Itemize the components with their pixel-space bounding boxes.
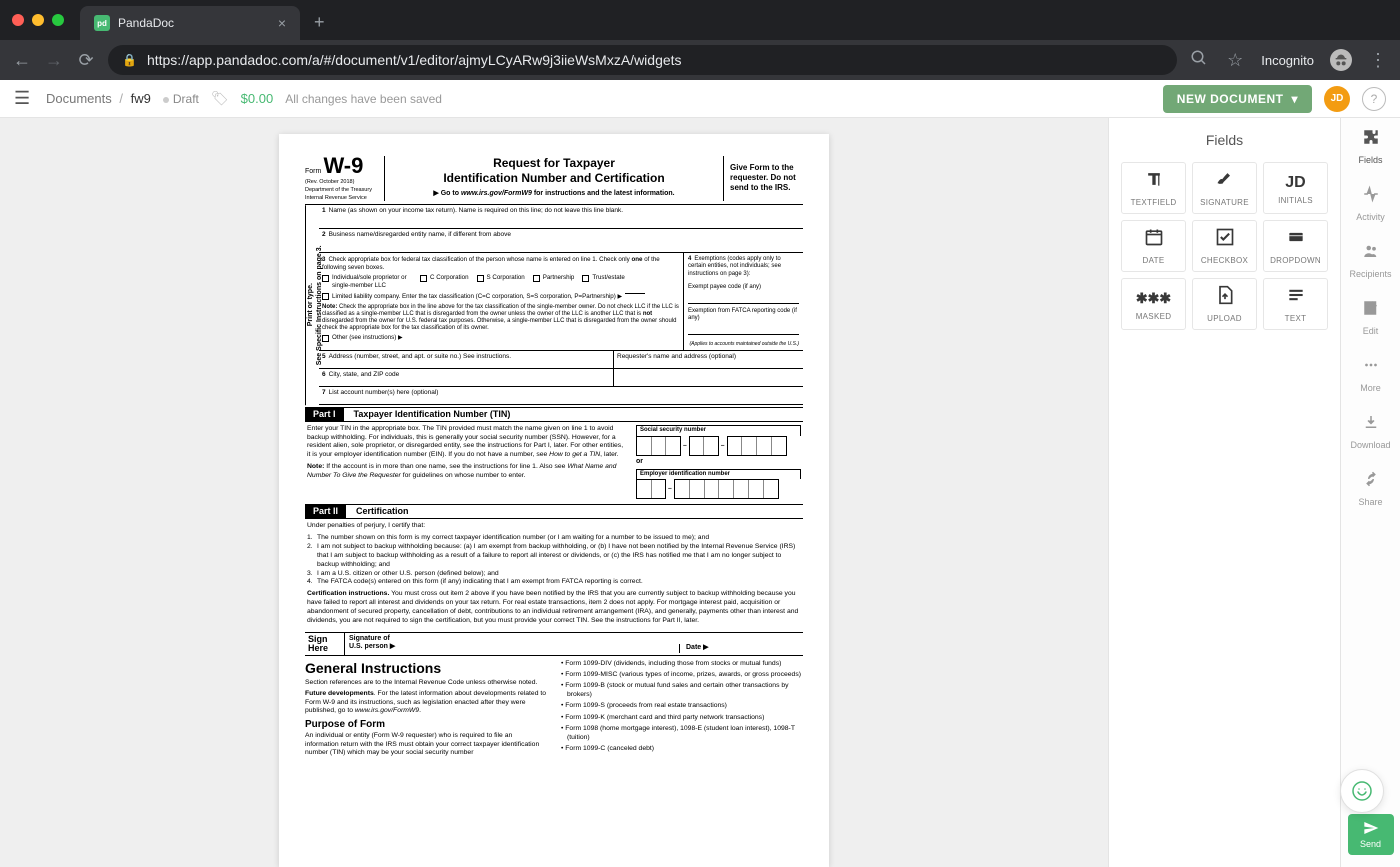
send-button[interactable]: Send [1348, 814, 1394, 855]
price-value[interactable]: $0.00 [241, 91, 274, 106]
browser-tab[interactable]: pd PandaDoc × [80, 6, 300, 40]
url-text: https://app.pandadoc.com/a/#/document/v1… [147, 52, 682, 68]
tag-icon[interactable]: 🏷 [211, 90, 229, 107]
document-page[interactable]: Form W-9 (Rev. October 2018) Department … [279, 134, 829, 867]
people-icon [1362, 242, 1380, 265]
avatar[interactable]: JD [1324, 86, 1350, 112]
date-icon [1144, 227, 1164, 252]
signature-icon [1215, 169, 1235, 194]
rail-share[interactable]: Share [1349, 460, 1391, 517]
fields-panel-title: Fields [1109, 118, 1340, 162]
address-bar[interactable]: 🔒 https://app.pandadoc.com/a/#/document/… [108, 45, 1177, 75]
puzzle-icon [1362, 128, 1380, 151]
share-icon [1362, 470, 1380, 493]
search-icon[interactable] [1189, 49, 1209, 72]
browser-menu-button[interactable]: ⋮ [1368, 50, 1388, 71]
breadcrumb: Documents / fw9 [46, 91, 151, 106]
textfield-icon [1144, 169, 1164, 194]
tab-favicon: pd [94, 15, 110, 31]
close-window-button[interactable] [12, 14, 24, 26]
field-text[interactable]: TEXT [1263, 278, 1328, 330]
menu-button[interactable]: ☰ [14, 88, 34, 109]
field-dropdown[interactable]: DROPDOWN [1263, 220, 1328, 272]
bookmark-button[interactable]: ☆ [1225, 50, 1245, 71]
field-initials[interactable]: JDINITIALS [1263, 162, 1328, 214]
fields-panel: Fields TEXTFIELDSIGNATUREJDINITIALS DATEC… [1108, 118, 1340, 867]
field-signature[interactable]: SIGNATURE [1192, 162, 1257, 214]
field-masked[interactable]: ✱✱✱MASKED [1121, 278, 1186, 330]
tab-strip: pd PandaDoc × + [0, 0, 1400, 40]
chevron-down-icon: ▾ [1291, 92, 1298, 106]
back-button[interactable]: ← [12, 50, 32, 71]
vertical-instruction: Print or type.See Specific Instructions … [305, 205, 319, 405]
text-icon [1286, 285, 1306, 310]
field-date[interactable]: DATE [1121, 220, 1186, 272]
app-header: ☰ Documents / fw9 Draft 🏷 $0.00 All chan… [0, 80, 1400, 118]
save-status: All changes have been saved [285, 92, 442, 106]
masked-icon: ✱✱✱ [1136, 287, 1171, 308]
download-icon [1362, 413, 1380, 436]
incognito-icon [1330, 49, 1352, 71]
toolbar: ← → ⟳ 🔒 https://app.pandadoc.com/a/#/doc… [0, 40, 1400, 80]
browser-chrome: pd PandaDoc × + ← → ⟳ 🔒 https://app.pand… [0, 0, 1400, 80]
field-checkbox[interactable]: CHECKBOX [1192, 220, 1257, 272]
w9-header: Form W-9 (Rev. October 2018) Department … [305, 156, 803, 205]
minimize-window-button[interactable] [32, 14, 44, 26]
chat-fab[interactable] [1340, 769, 1384, 813]
activity-icon [1362, 185, 1380, 208]
lock-icon: 🔒 [122, 53, 137, 67]
upload-icon [1215, 285, 1235, 310]
document-canvas[interactable]: Form W-9 (Rev. October 2018) Department … [0, 118, 1108, 867]
rail-edit[interactable]: Edit [1349, 289, 1391, 346]
reload-button[interactable]: ⟳ [76, 50, 96, 71]
edit-icon [1362, 299, 1380, 322]
rail-puzzle[interactable]: Fields [1349, 118, 1391, 175]
dropdown-icon [1286, 227, 1306, 252]
rail-activity[interactable]: Activity [1349, 175, 1391, 232]
main-area: Form W-9 (Rev. October 2018) Department … [0, 118, 1400, 867]
field-upload[interactable]: UPLOAD [1192, 278, 1257, 330]
rail-people[interactable]: Recipients [1349, 232, 1391, 289]
new-document-button[interactable]: NEW DOCUMENT▾ [1163, 85, 1312, 113]
more-icon [1362, 356, 1380, 379]
field-textfield[interactable]: TEXTFIELD [1121, 162, 1186, 214]
initials-icon: JD [1285, 171, 1305, 192]
breadcrumb-root[interactable]: Documents [46, 91, 112, 106]
checkbox-icon [1215, 227, 1235, 252]
right-rail: FieldsActivityRecipientsEditMoreDownload… [1340, 118, 1400, 867]
window-controls [12, 14, 64, 26]
help-button[interactable]: ? [1362, 87, 1386, 111]
close-tab-button[interactable]: × [278, 15, 286, 31]
incognito-label: Incognito [1261, 53, 1314, 68]
new-tab-button[interactable]: + [314, 12, 325, 33]
maximize-window-button[interactable] [52, 14, 64, 26]
tab-title: PandaDoc [118, 16, 174, 30]
breadcrumb-doc[interactable]: fw9 [131, 91, 151, 106]
forward-button[interactable]: → [44, 50, 64, 71]
status-badge: Draft [163, 92, 199, 106]
rail-more[interactable]: More [1349, 346, 1391, 403]
rail-download[interactable]: Download [1349, 403, 1391, 460]
